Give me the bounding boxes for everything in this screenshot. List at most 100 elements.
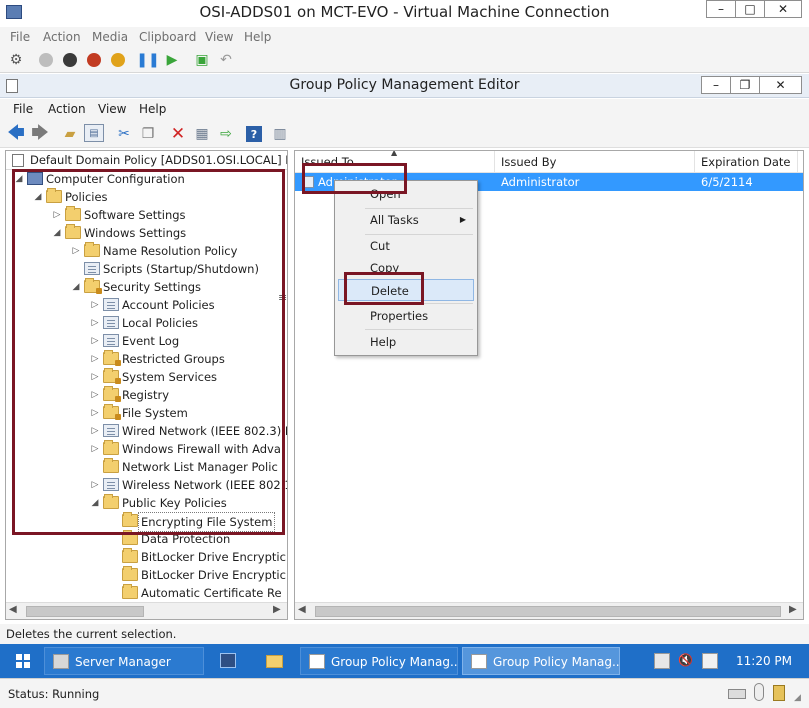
folder-icon xyxy=(122,566,138,581)
scroll-left-icon[interactable]: ◀ xyxy=(9,604,17,615)
show-action-pane-icon[interactable]: ▥ xyxy=(270,124,290,144)
tree-item-label: BitLocker Drive Encryptic xyxy=(141,568,286,582)
editor-window-title: Group Policy Management Editor xyxy=(289,77,520,93)
scroll-right-icon[interactable]: ▶ xyxy=(789,604,797,615)
menu-item-all-tasks[interactable]: All Tasks ▶ xyxy=(338,209,474,231)
vm-menu-file[interactable]: File xyxy=(10,30,30,44)
start-button[interactable] xyxy=(10,650,38,672)
action-center-icon[interactable] xyxy=(702,653,718,669)
vm-status-bar: Status: Running ◢ xyxy=(0,678,809,708)
file-explorer-icon xyxy=(266,655,283,668)
resize-grip-icon[interactable]: ◢ xyxy=(794,693,801,703)
shutdown-icon[interactable] xyxy=(84,50,104,70)
volume-muted-icon[interactable]: 🔇 xyxy=(678,653,694,669)
folder-icon xyxy=(122,584,138,599)
tree-item-label: Automatic Certificate Re xyxy=(141,586,282,600)
vm-menu-clipboard[interactable]: Clipboard xyxy=(139,30,196,44)
folder-icon xyxy=(122,548,138,563)
editor-menu-action[interactable]: Action xyxy=(48,102,86,116)
tree-horizontal-scrollbar[interactable]: ◀ ▶ xyxy=(6,602,287,619)
editor-menu-help[interactable]: Help xyxy=(139,102,166,116)
windows-logo-icon xyxy=(16,654,30,668)
mouse-icon xyxy=(754,683,764,701)
tree-root-label: Default Domain Policy [ADDS01.OSI.LOCAL]… xyxy=(30,153,288,167)
vm-menu-media[interactable]: Media xyxy=(92,30,128,44)
vm-menu-action[interactable]: Action xyxy=(43,30,81,44)
vm-minimize-button[interactable]: – xyxy=(706,0,736,18)
cut-icon[interactable]: ✂ xyxy=(114,124,134,144)
annotation-box-delete xyxy=(344,272,424,305)
menu-item-properties[interactable]: Properties xyxy=(338,305,474,327)
vm-menu-view[interactable]: View xyxy=(205,30,233,44)
properties-icon[interactable]: ▦ xyxy=(192,124,212,144)
forward-icon[interactable]: 🡆 xyxy=(30,123,50,144)
scroll-left-icon[interactable]: ◀ xyxy=(298,604,306,615)
menu-item-cut[interactable]: Cut xyxy=(338,235,474,257)
menu-item-all-tasks-label: All Tasks xyxy=(370,213,419,227)
vm-close-button[interactable]: ✕ xyxy=(764,0,802,18)
back-icon[interactable]: 🡄 xyxy=(6,123,26,144)
list-horizontal-scrollbar[interactable]: ◀ ▶ xyxy=(295,602,803,619)
save-state-icon[interactable] xyxy=(108,50,128,70)
editor-close-button[interactable]: ✕ xyxy=(759,76,802,94)
taskbar-button-label: Server Manager xyxy=(75,655,171,669)
copy-icon[interactable]: ❐ xyxy=(138,124,158,144)
cell-issued-by: Administrator xyxy=(501,175,580,189)
lock-icon xyxy=(773,685,785,701)
editor-menu-file[interactable]: File xyxy=(13,102,33,116)
ctrl-alt-del-icon[interactable]: ⚙ xyxy=(6,50,26,70)
group-policy-icon xyxy=(309,654,325,669)
delete-icon[interactable]: ✕ xyxy=(168,124,188,144)
group-policy-icon xyxy=(471,654,487,669)
vm-titlebar: OSI-ADDS01 on MCT-EVO - Virtual Machine … xyxy=(0,0,809,26)
powershell-icon xyxy=(220,653,236,668)
scroll-thumb[interactable] xyxy=(315,606,781,617)
start-icon[interactable] xyxy=(36,50,56,70)
taskbar-group-policy-2[interactable]: Group Policy Manag... xyxy=(462,647,620,675)
help-icon[interactable]: ? xyxy=(246,126,262,142)
up-folder-icon[interactable]: ▰ xyxy=(60,124,80,144)
editor-menu-view[interactable]: View xyxy=(98,102,126,116)
taskbar-group-policy-1[interactable]: Group Policy Manag... xyxy=(300,647,458,675)
status-line: Deletes the current selection. xyxy=(0,624,809,644)
menu-separator xyxy=(365,329,473,330)
menu-item-help[interactable]: Help xyxy=(338,331,474,353)
scroll-thumb[interactable] xyxy=(26,606,144,617)
annotation-box-tree xyxy=(12,169,285,535)
tree-item-label: BitLocker Drive Encryptic xyxy=(141,550,286,564)
vm-maximize-button[interactable]: □ xyxy=(735,0,765,18)
editor-toolbar: 🡄 🡆 ▰ ▤ ✂ ❐ ✕ ▦ ⇨ ? ▥ xyxy=(0,120,809,148)
vm-menu-help[interactable]: Help xyxy=(244,30,271,44)
column-expiration-date[interactable]: Expiration Date xyxy=(695,151,798,173)
taskbar-clock[interactable]: 11:20 PM xyxy=(736,654,792,668)
checkpoint-icon[interactable]: ▣ xyxy=(192,50,212,70)
editor-titlebar: Group Policy Management Editor – ❐ ✕ xyxy=(0,74,809,98)
pause-icon[interactable]: ❚❚ xyxy=(136,50,159,70)
status-text: Deletes the current selection. xyxy=(6,627,177,641)
context-menu: Open All Tasks ▶ Cut Copy Delete Propert… xyxy=(334,180,478,356)
taskbar-server-manager[interactable]: Server Manager xyxy=(44,647,204,675)
submenu-arrow-icon: ▶ xyxy=(459,215,466,224)
vm-menubar: File Action Media Clipboard View Help xyxy=(0,27,809,47)
scroll-right-icon[interactable]: ▶ xyxy=(273,604,281,615)
network-icon[interactable] xyxy=(654,653,670,669)
powershell-button[interactable] xyxy=(208,647,248,675)
editor-minimize-button[interactable]: – xyxy=(701,76,731,94)
column-issued-by[interactable]: Issued By xyxy=(495,151,695,173)
server-manager-icon xyxy=(53,654,69,669)
policy-doc-icon xyxy=(12,154,24,167)
vm-toolbar: ⚙ ❚❚ ▶ ▣ ↶ xyxy=(0,47,809,73)
show-hide-tree-icon[interactable]: ▤ xyxy=(84,124,104,142)
resume-icon[interactable]: ▶ xyxy=(162,50,182,70)
file-explorer-button[interactable] xyxy=(254,647,294,675)
vm-status-text: Status: Running xyxy=(8,687,100,701)
keyboard-icon xyxy=(728,689,746,699)
tree-root-row[interactable]: Default Domain Policy [ADDS01.OSI.LOCAL]… xyxy=(6,151,288,170)
vm-window-title: OSI-ADDS01 on MCT-EVO - Virtual Machine … xyxy=(199,3,610,21)
turn-off-icon[interactable] xyxy=(60,50,80,70)
revert-icon[interactable]: ↶ xyxy=(216,50,236,70)
sort-ascending-icon: ▲ xyxy=(391,150,398,157)
editor-restore-button[interactable]: ❐ xyxy=(730,76,760,94)
export-list-icon[interactable]: ⇨ xyxy=(216,124,236,144)
annotation-box-certificate xyxy=(302,163,407,194)
